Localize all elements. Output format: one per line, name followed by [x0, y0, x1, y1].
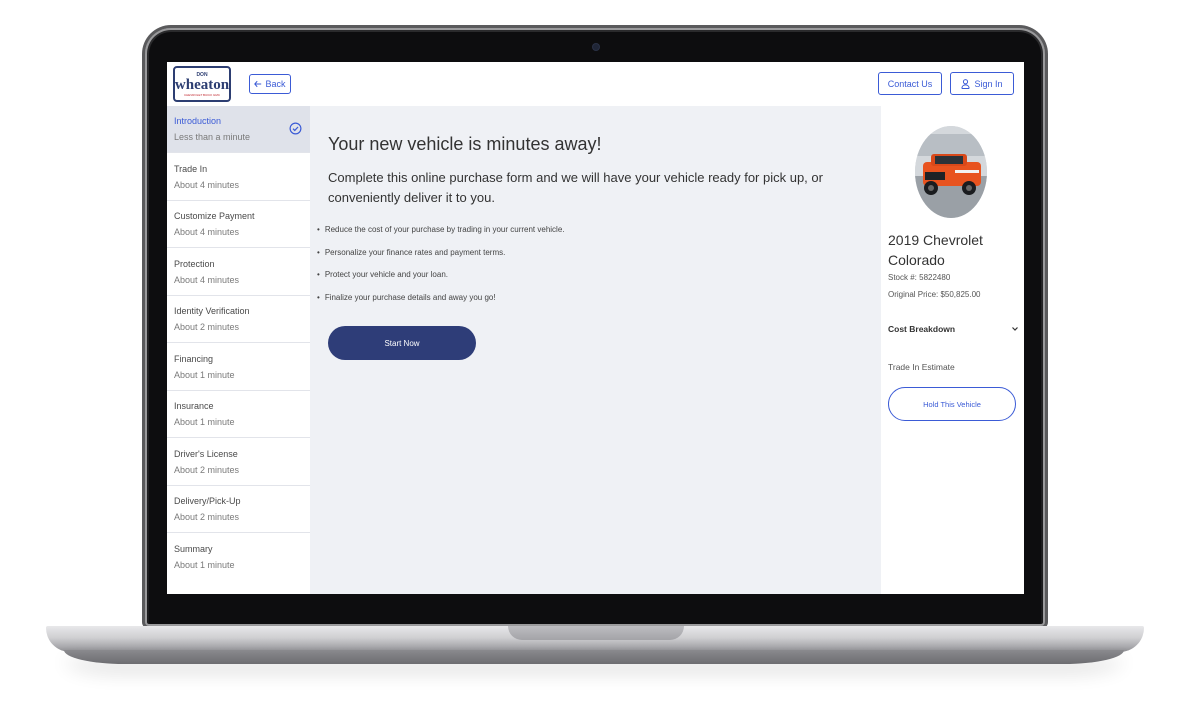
step-time: About 4 minutes — [174, 275, 240, 285]
benefits-list: Reduce the cost of your purchase by trad… — [317, 225, 565, 315]
step-title: Insurance — [174, 401, 214, 411]
dealer-logo[interactable]: DON wheaton CHEVROLET BUICK GMC — [173, 66, 231, 102]
sidebar-item-protection[interactable]: Protection About 4 minutes — [167, 249, 310, 296]
contact-label: Contact Us — [887, 78, 933, 89]
list-item: Protect your vehicle and your loan. — [317, 270, 565, 280]
sidebar-item-summary[interactable]: Summary About 1 minute — [167, 534, 310, 581]
check-circle-icon — [289, 122, 302, 135]
user-icon — [961, 78, 971, 89]
back-button[interactable]: Back — [249, 74, 291, 94]
logo-tagline: CHEVROLET BUICK GMC — [183, 92, 221, 97]
top-bar: DON wheaton CHEVROLET BUICK GMC Back Con… — [167, 62, 1024, 106]
page-subtitle: Complete this online purchase form and w… — [328, 170, 823, 205]
truck-image — [915, 126, 987, 218]
step-time: About 1 minute — [174, 370, 235, 380]
trade-in-estimate-label: Trade In Estimate — [888, 362, 955, 372]
steps-sidebar: Introduction Less than a minute Trade In… — [167, 106, 310, 594]
sidebar-item-trade-in[interactable]: Trade In About 4 minutes — [167, 154, 310, 201]
start-now-button[interactable]: Start Now — [328, 326, 476, 360]
sidebar-item-drivers-license[interactable]: Driver's License About 2 minutes — [167, 439, 310, 486]
step-title: Trade In — [174, 164, 208, 174]
vehicle-photo — [915, 126, 987, 218]
step-time: About 2 minutes — [174, 322, 240, 332]
logo-main-text: wheaton — [174, 76, 230, 93]
sign-in-button[interactable]: Sign In — [950, 72, 1014, 95]
start-now-label: Start Now — [384, 338, 420, 348]
hold-vehicle-button[interactable]: Hold This Vehicle — [888, 387, 1016, 421]
step-title: Identity Verification — [174, 306, 250, 316]
step-title: Financing — [174, 354, 214, 364]
vehicle-summary-panel: 2019 Chevrolet Colorado Stock #: 5822480… — [881, 106, 1024, 594]
sidebar-item-financing[interactable]: Financing About 1 minute — [167, 344, 310, 391]
list-item: Finalize your purchase details and away … — [317, 293, 565, 303]
list-item: Personalize your finance rates and payme… — [317, 248, 565, 258]
laptop-notch — [508, 626, 684, 640]
sidebar-item-insurance[interactable]: Insurance About 1 minute — [167, 391, 310, 438]
contact-us-button[interactable]: Contact Us — [878, 72, 942, 95]
sidebar-item-introduction[interactable]: Introduction Less than a minute — [167, 106, 310, 153]
vehicle-name: 2019 Chevrolet Colorado — [888, 232, 983, 268]
sidebar-item-identity-verification[interactable]: Identity Verification About 2 minutes — [167, 296, 310, 343]
step-title: Customize Payment — [174, 211, 255, 221]
step-time: About 1 minute — [174, 417, 235, 427]
stock-number: Stock #: 5822480 — [888, 273, 951, 282]
sidebar-item-customize-payment[interactable]: Customize Payment About 4 minutes — [167, 201, 310, 248]
back-label: Back — [265, 79, 286, 89]
page-title: Your new vehicle is minutes away! — [328, 134, 602, 154]
step-title: Summary — [174, 544, 213, 554]
back-arrow-icon — [254, 80, 262, 88]
chevron-down-icon[interactable] — [1011, 325, 1019, 333]
hold-vehicle-label: Hold This Vehicle — [923, 399, 981, 409]
step-time: About 2 minutes — [174, 512, 240, 522]
step-title: Protection — [174, 259, 215, 269]
list-item: Reduce the cost of your purchase by trad… — [317, 225, 565, 235]
app-screen: DON wheaton CHEVROLET BUICK GMC Back Con… — [167, 62, 1024, 594]
step-time: About 2 minutes — [174, 465, 240, 475]
step-title: Driver's License — [174, 449, 238, 459]
sidebar-item-delivery-pickup[interactable]: Delivery/Pick-Up About 2 minutes — [167, 486, 310, 533]
step-title: Delivery/Pick-Up — [174, 496, 241, 506]
sign-in-label: Sign In — [974, 78, 1003, 89]
original-price: Original Price: $50,825.00 — [888, 290, 981, 299]
step-time: About 4 minutes — [174, 227, 240, 237]
camera-icon — [593, 44, 599, 50]
laptop-base-bottom — [64, 650, 1124, 664]
step-time: About 4 minutes — [174, 180, 240, 190]
main-content: Your new vehicle is minutes away! Comple… — [310, 106, 881, 594]
step-time: About 1 minute — [174, 560, 235, 570]
cost-breakdown-toggle[interactable]: Cost Breakdown — [888, 324, 955, 334]
